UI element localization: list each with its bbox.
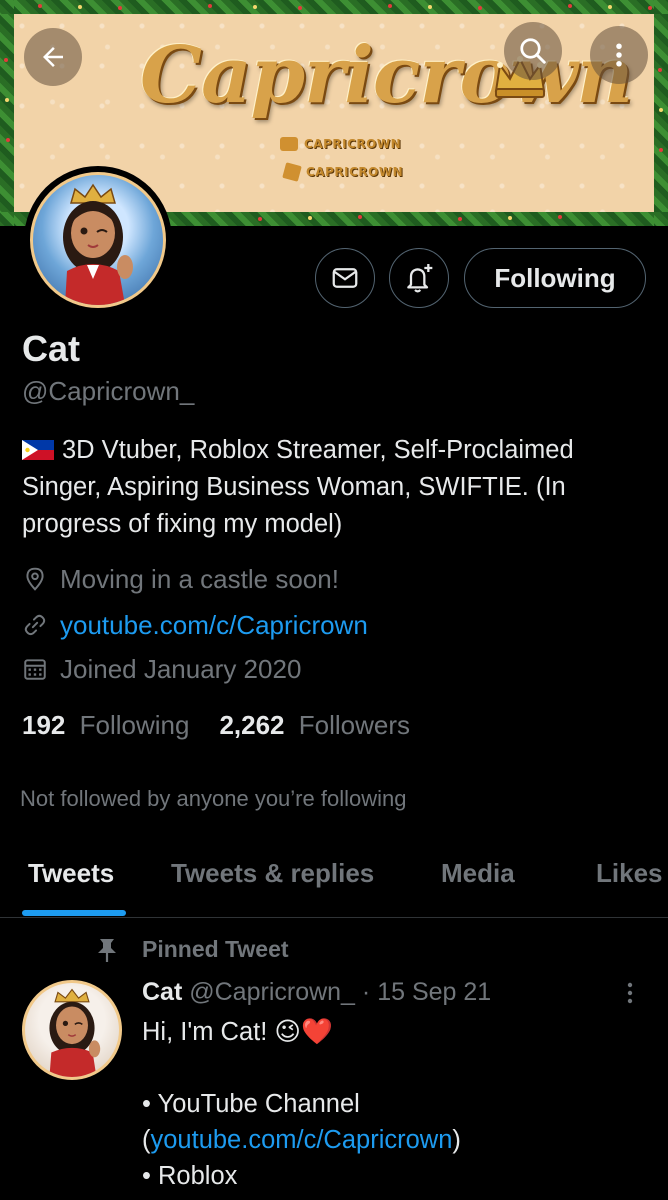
tweet-avatar[interactable] xyxy=(22,980,122,1080)
following-label: Following xyxy=(79,710,190,740)
mutual-followers-note: Not followed by anyone you’re following xyxy=(20,786,407,811)
avatar-image xyxy=(30,172,166,308)
profile-name: Cat xyxy=(22,328,81,369)
tweet-line-roblox: • Roblox xyxy=(142,1162,238,1190)
followers-count: 2,262 xyxy=(219,710,285,740)
pin-icon xyxy=(98,938,116,962)
active-tab-indicator xyxy=(22,910,126,916)
vtuber-character-icon xyxy=(63,183,133,305)
following-button[interactable]: Following xyxy=(464,248,646,308)
search-button[interactable] xyxy=(504,22,562,80)
location-text: Moving in a castle soon! xyxy=(60,563,339,594)
joined-row: Joined January 2020 xyxy=(22,652,301,686)
pinned-label: Pinned Tweet xyxy=(142,936,289,962)
followers-label: Followers xyxy=(298,710,411,740)
notifications-button[interactable] xyxy=(389,248,449,308)
website-row[interactable]: youtube.com/c/Capricrown xyxy=(22,608,368,642)
pinned-label-row: Pinned Tweet xyxy=(96,936,289,963)
website-link[interactable]: youtube.com/c/Capricrown xyxy=(60,610,368,641)
location-row: Moving in a castle soon! xyxy=(22,562,339,596)
tweet-line-greeting: Hi, I'm Cat! 😉❤️ xyxy=(142,1018,333,1046)
profile-bio: 3D Vtuber, Roblox Streamer, Self-Proclai… xyxy=(22,432,647,543)
arrow-left-icon xyxy=(43,47,63,67)
search-icon xyxy=(520,38,546,64)
more-vertical-icon[interactable] xyxy=(618,980,642,1008)
tweet-youtube-link[interactable]: youtube.com/c/Capricrown xyxy=(151,1126,453,1154)
more-vertical-icon xyxy=(616,43,622,67)
paren-open: ( xyxy=(142,1126,151,1154)
tweet-header: Cat @Capricrown_ · 15 Sep 21 xyxy=(142,978,491,1007)
joined-text: Joined January 2020 xyxy=(60,653,302,684)
youtube-logo-icon xyxy=(280,137,298,151)
following-count-link[interactable]: 192 Following xyxy=(22,710,189,741)
philippines-flag-icon xyxy=(22,440,54,460)
profile-tabs: Tweets Tweets & replies Media Likes xyxy=(0,840,668,918)
tweet-line-link: (youtube.com/c/Capricrown) xyxy=(142,1122,642,1158)
following-count: 192 xyxy=(22,710,66,740)
link-icon xyxy=(24,614,46,636)
tab-likes[interactable]: Likes xyxy=(596,858,663,889)
bio-text: 3D Vtuber, Roblox Streamer, Self-Proclai… xyxy=(22,436,574,538)
tab-media[interactable]: Media xyxy=(441,858,515,889)
profile-handle: @Capricrown_ xyxy=(22,376,195,406)
more-options-button[interactable] xyxy=(590,26,648,84)
tweet-author-handle[interactable]: @Capricrown_ xyxy=(189,978,355,1006)
calendar-icon xyxy=(24,659,46,680)
tab-tweets[interactable]: Tweets xyxy=(28,858,114,889)
location-pin-icon xyxy=(26,567,44,591)
profile-avatar[interactable] xyxy=(24,166,172,314)
message-button[interactable] xyxy=(315,248,375,308)
tweet-line-youtube: • YouTube Channel xyxy=(142,1090,360,1118)
follow-counts: 192 Following 2,262 Followers xyxy=(22,710,410,741)
paren-close: ) xyxy=(452,1126,461,1154)
banner-roblox-text: CAPRICROWN xyxy=(306,165,404,179)
tweet-date[interactable]: · 15 Sep 21 xyxy=(362,978,491,1006)
tweet-text: Hi, I'm Cat! 😉❤️ • YouTube Channel (yout… xyxy=(142,1014,642,1194)
envelope-icon xyxy=(332,268,358,288)
back-button[interactable] xyxy=(24,28,82,86)
banner-youtube-text: CAPRICROWN xyxy=(304,137,402,151)
bell-plus-icon xyxy=(407,264,433,293)
tweet-author-name[interactable]: Cat xyxy=(142,978,182,1006)
followers-count-link[interactable]: 2,262 Followers xyxy=(219,710,410,741)
tab-tweets-replies[interactable]: Tweets & replies xyxy=(171,858,374,889)
vtuber-character-icon xyxy=(49,988,101,1077)
